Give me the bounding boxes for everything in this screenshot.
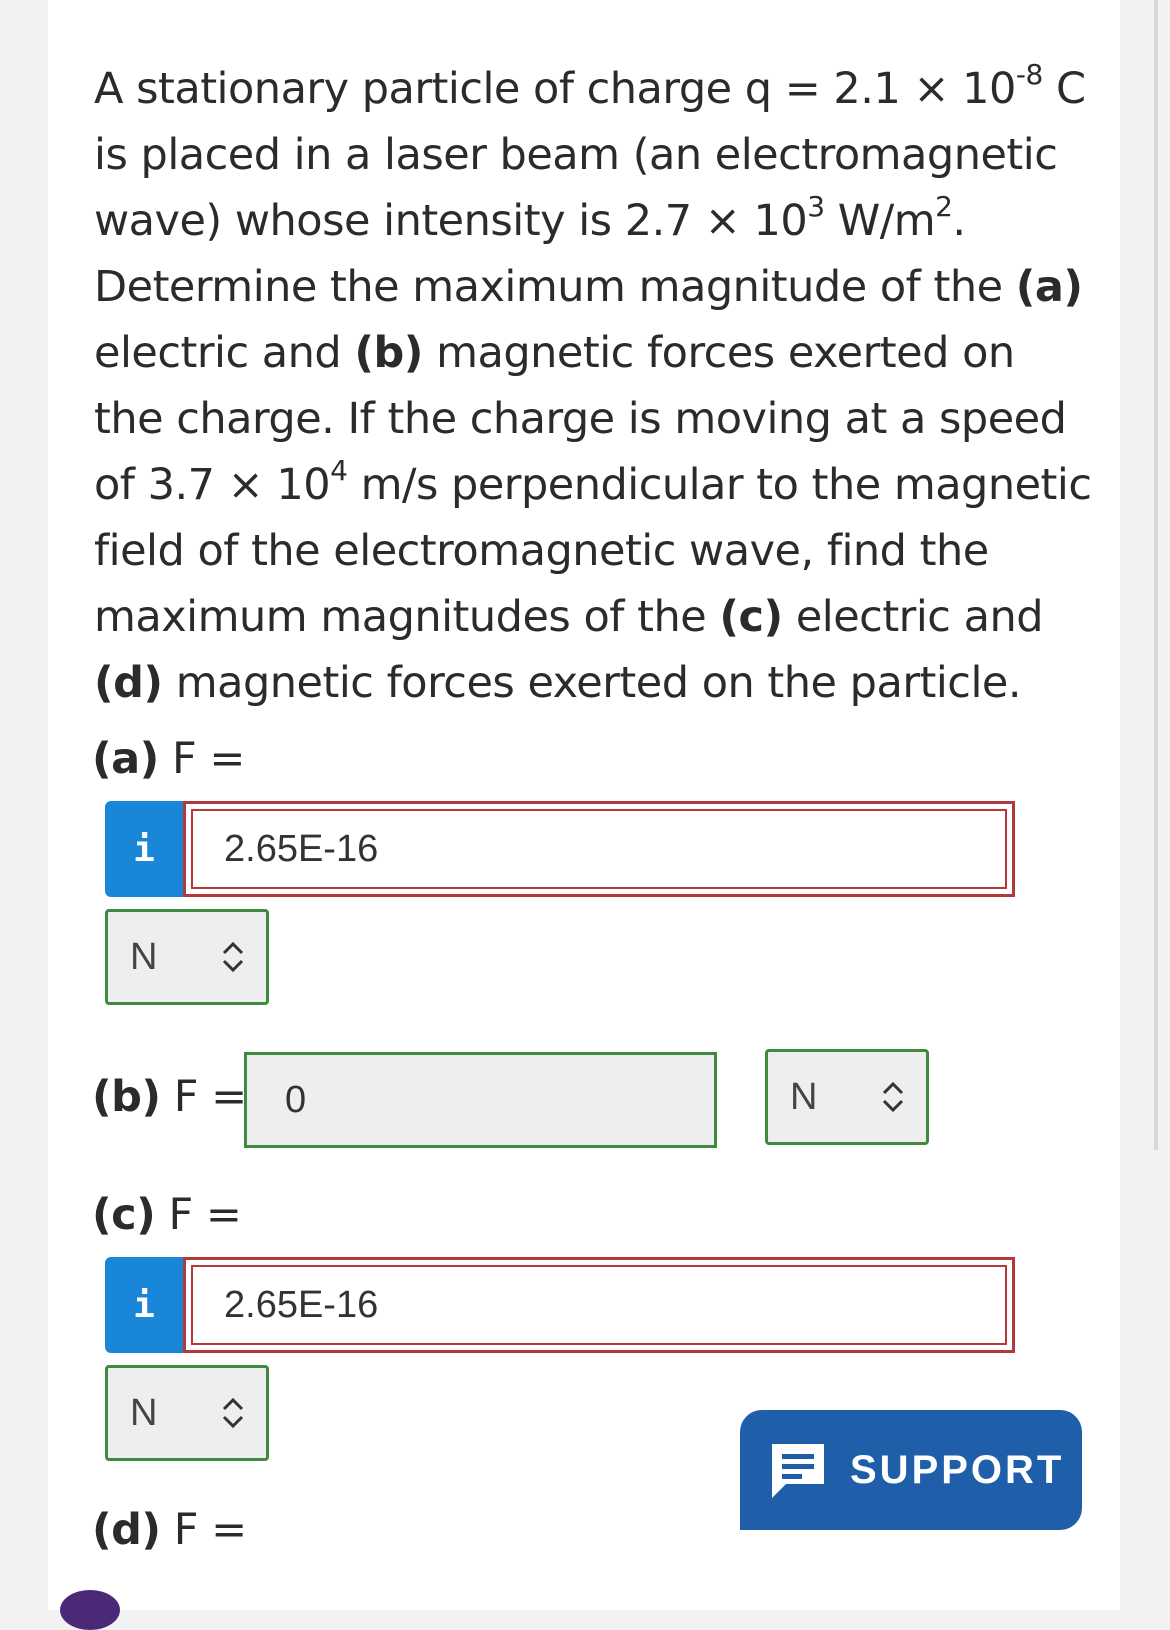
chat-icon — [768, 1438, 828, 1502]
chat-widget-edge — [60, 1590, 120, 1630]
support-label: SUPPORT — [850, 1447, 1065, 1492]
part-a-label: (a) F = — [92, 734, 245, 784]
part-d-label: (d) F = — [92, 1505, 247, 1555]
updown-chevron-icon — [880, 1052, 906, 1142]
unit-select-b[interactable]: N — [765, 1049, 929, 1145]
info-button-c[interactable]: i — [105, 1257, 183, 1353]
unit-select-c[interactable]: N — [105, 1365, 269, 1461]
answer-input-a[interactable]: 2.65E-16 — [183, 801, 1015, 897]
part-c-label: (c) F = — [92, 1190, 242, 1240]
support-button[interactable]: SUPPORT — [740, 1410, 1082, 1530]
info-icon: i — [133, 828, 155, 870]
scrollbar-edge — [1154, 0, 1158, 1150]
updown-chevron-icon — [220, 1368, 246, 1458]
answer-input-b[interactable]: 0 — [244, 1052, 717, 1148]
unit-select-a[interactable]: N — [105, 909, 269, 1005]
updown-chevron-icon — [220, 912, 246, 1002]
part-b-label: (b) F = — [92, 1072, 247, 1122]
info-button-a[interactable]: i — [105, 801, 183, 897]
info-icon: i — [133, 1284, 155, 1326]
answer-input-c[interactable]: 2.65E-16 — [183, 1257, 1015, 1353]
question-text: A stationary particle of charge q = 2.1 … — [94, 57, 1092, 708]
